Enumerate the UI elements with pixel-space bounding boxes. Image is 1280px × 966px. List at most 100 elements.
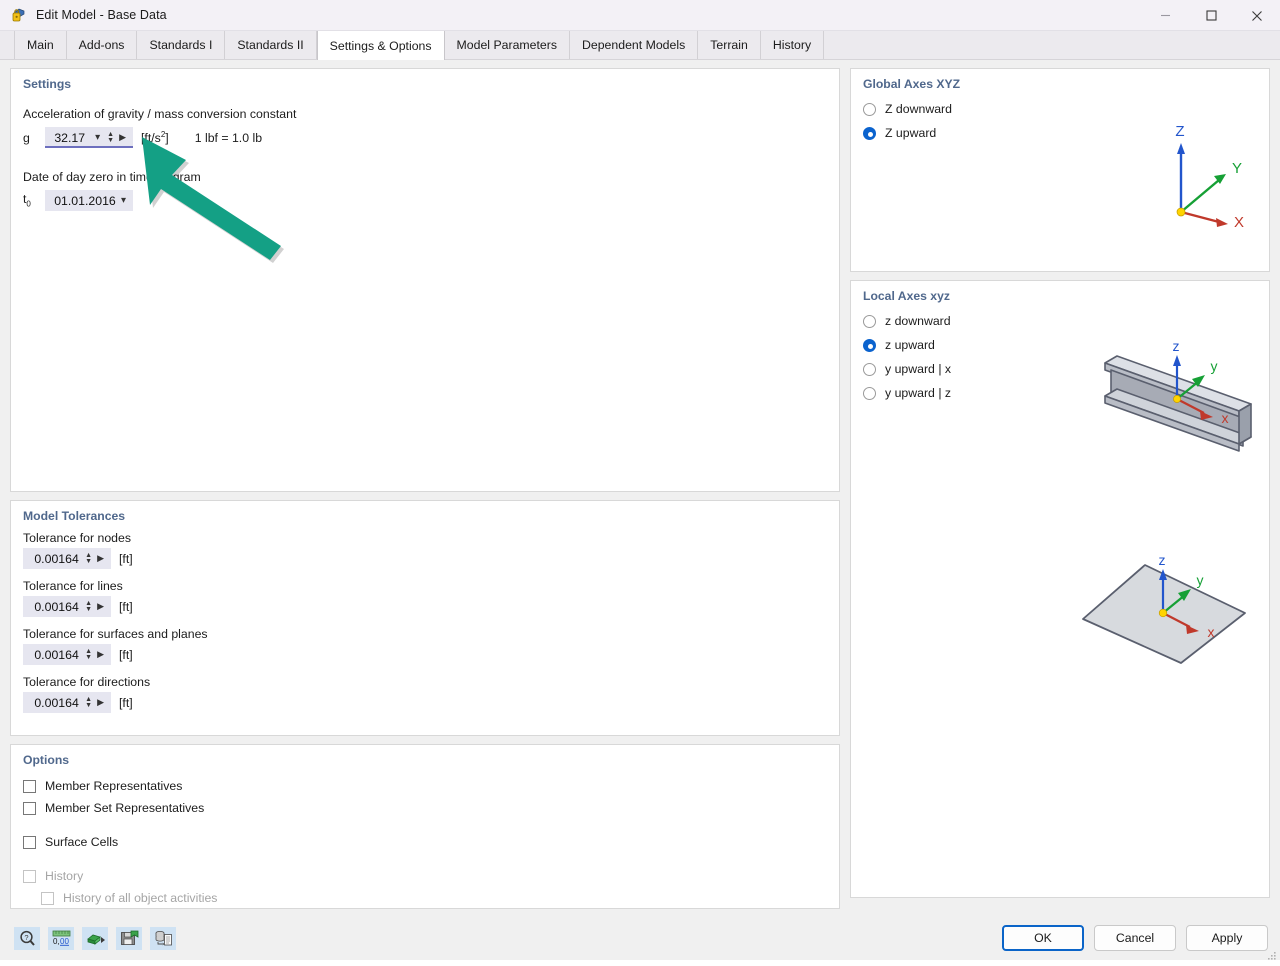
spinner-buttons[interactable]: ▲ ▼ [82, 552, 95, 565]
tab-terrain[interactable]: Terrain [698, 31, 761, 59]
edit-model-window: Edit Model - Base Data Main Add-ons Stan… [0, 0, 1280, 960]
tolerance-nodes-field[interactable]: 0.00164 ▲ ▼ ▶ [23, 548, 111, 569]
date-zero-field-row: t0 01.01.2016 ▾ [23, 190, 827, 211]
tab-standards-i[interactable]: Standards I [137, 31, 226, 59]
date-zero-label: Date of day zero in time diagram [23, 170, 201, 184]
apply-button[interactable]: Apply [1186, 925, 1268, 951]
maximize-button[interactable] [1188, 0, 1234, 31]
gravity-symbol: g [23, 130, 30, 145]
tab-label: Terrain [710, 38, 748, 52]
gravity-unit: [ft/s2] [141, 129, 169, 146]
tab-main[interactable]: Main [14, 31, 67, 59]
tab-label: Main [27, 38, 54, 52]
tab-bar: Main Add-ons Standards I Standards II Se… [0, 31, 1280, 60]
triangle-right-icon[interactable]: ▶ [95, 649, 108, 660]
tab-label: Add-ons [78, 38, 125, 52]
tab-settings-and-options[interactable]: Settings & Options [316, 31, 445, 60]
spinner-buttons[interactable]: ▲ ▼ [82, 696, 95, 709]
option-label: History [45, 869, 84, 883]
tab-add-ons[interactable]: Add-ons [67, 31, 138, 59]
tab-model-parameters[interactable]: Model Parameters [445, 31, 570, 59]
axis-label-z: Z [1175, 123, 1184, 140]
cancel-button[interactable]: Cancel [1094, 925, 1176, 951]
spinner-buttons[interactable]: ▲ ▼ [104, 131, 117, 144]
ok-button[interactable]: OK [1002, 925, 1084, 951]
local-axes-option-z-downward[interactable]: z downward [863, 311, 1257, 331]
resize-grip[interactable] [1267, 948, 1277, 960]
chevron-down-icon[interactable]: ▾ [91, 132, 104, 143]
units-ruler-icon[interactable]: 0, 00 [48, 926, 74, 950]
date-zero-value: 01.01.2016 [54, 193, 116, 208]
gravity-label: Acceleration of gravity / mass conversio… [23, 107, 297, 121]
dialog-buttons: OK Cancel Apply [1002, 925, 1268, 951]
radio-label: z downward [885, 314, 951, 328]
gravity-value: 32.17 [54, 130, 86, 145]
help-icon[interactable]: ? [14, 926, 40, 950]
right-column: Global Axes XYZ Z downward Z upward Z Y … [850, 68, 1270, 916]
model-lock-icon [10, 6, 28, 24]
date-zero-field[interactable]: 01.01.2016 ▾ [45, 190, 133, 211]
minimize-button[interactable] [1142, 0, 1188, 31]
option-member-representatives[interactable]: Member Representatives [23, 775, 827, 797]
checkbox-icon [23, 869, 36, 883]
tab-dependent-models[interactable]: Dependent Models [570, 31, 699, 59]
settings-panel-title: Settings [23, 77, 72, 91]
checkbox-icon[interactable] [23, 801, 36, 815]
global-axes-option-z-downward[interactable]: Z downward [863, 99, 1257, 119]
checkbox-icon[interactable] [23, 779, 36, 793]
save-settings-icon[interactable] [116, 926, 142, 950]
gravity-value-field[interactable]: 32.17 ▾ ▲ ▼ ▶ [45, 127, 133, 148]
chevron-down-icon[interactable]: ▾ [117, 195, 130, 206]
options-panel: Options Member Representatives Member Se… [10, 744, 840, 909]
triangle-right-icon[interactable]: ▶ [95, 697, 108, 708]
tab-content-settings-and-options: Settings Acceleration of gravity / mass … [0, 60, 1280, 916]
tab-label: Dependent Models [582, 38, 686, 52]
close-button[interactable] [1234, 0, 1280, 31]
spinner-buttons[interactable]: ▲ ▼ [82, 648, 95, 661]
tab-label: History [772, 38, 812, 52]
surface-local-axes-graphic: z y x [1073, 551, 1253, 676]
svg-text:00: 00 [60, 937, 69, 946]
tolerance-unit: [ft] [119, 599, 133, 614]
local-axes-panel: Local Axes xyz z downward z upward y upw… [850, 280, 1270, 898]
radio-icon-selected[interactable] [863, 338, 876, 352]
tolerance-surfaces-field[interactable]: 0.00164 ▲ ▼ ▶ [23, 644, 111, 665]
tab-label: Settings & Options [329, 38, 432, 53]
tolerance-directions-field[interactable]: 0.00164 ▲ ▼ ▶ [23, 692, 111, 713]
radio-icon[interactable] [863, 386, 876, 400]
triangle-right-icon[interactable]: ▶ [95, 553, 108, 564]
settings-panel: Settings Acceleration of gravity / mass … [10, 68, 840, 492]
radio-icon[interactable] [863, 362, 876, 376]
tab-history[interactable]: History [761, 31, 825, 59]
tab-standards-ii[interactable]: Standards II [225, 31, 317, 59]
svg-text:?: ? [24, 933, 28, 942]
radio-icon[interactable] [863, 314, 876, 328]
option-surface-cells[interactable]: Surface Cells [23, 831, 827, 853]
tolerance-label: Tolerance for lines [23, 579, 123, 593]
triangle-right-icon[interactable]: ▶ [95, 601, 108, 612]
tab-label: Model Parameters [456, 38, 557, 52]
tolerance-lines-field[interactable]: 0.00164 ▲ ▼ ▶ [23, 596, 111, 617]
axis-label-x: x [1208, 624, 1215, 640]
tolerance-unit: [ft] [119, 695, 133, 710]
tolerance-label: Tolerance for directions [23, 675, 151, 689]
option-member-set-representatives[interactable]: Member Set Representatives [23, 797, 827, 819]
radio-label: y upward | x [885, 362, 952, 376]
option-label: Surface Cells [45, 835, 119, 849]
spinner-buttons[interactable]: ▲ ▼ [82, 600, 95, 613]
axis-label-y: y [1211, 358, 1218, 374]
radio-label: z upward [885, 338, 935, 352]
local-axes-panel-title: Local Axes xyz [863, 289, 950, 303]
axis-label-x: x [1222, 410, 1229, 426]
tolerance-value: 0.00164 [34, 599, 79, 614]
tolerance-unit: [ft] [119, 551, 133, 566]
tolerance-lines-block: Tolerance for lines 0.00164 ▲ ▼ ▶ [ft] [23, 579, 827, 617]
checkbox-icon[interactable] [23, 835, 36, 849]
copy-to-clipboard-icon[interactable] [150, 926, 176, 950]
triangle-right-icon[interactable]: ▶ [117, 132, 130, 143]
radio-icon[interactable] [863, 102, 876, 116]
radio-icon-selected[interactable] [863, 126, 876, 140]
tolerance-label: Tolerance for surfaces and planes [23, 627, 208, 641]
import-settings-icon[interactable] [82, 926, 108, 950]
global-axes-panel: Global Axes XYZ Z downward Z upward Z Y … [850, 68, 1270, 272]
